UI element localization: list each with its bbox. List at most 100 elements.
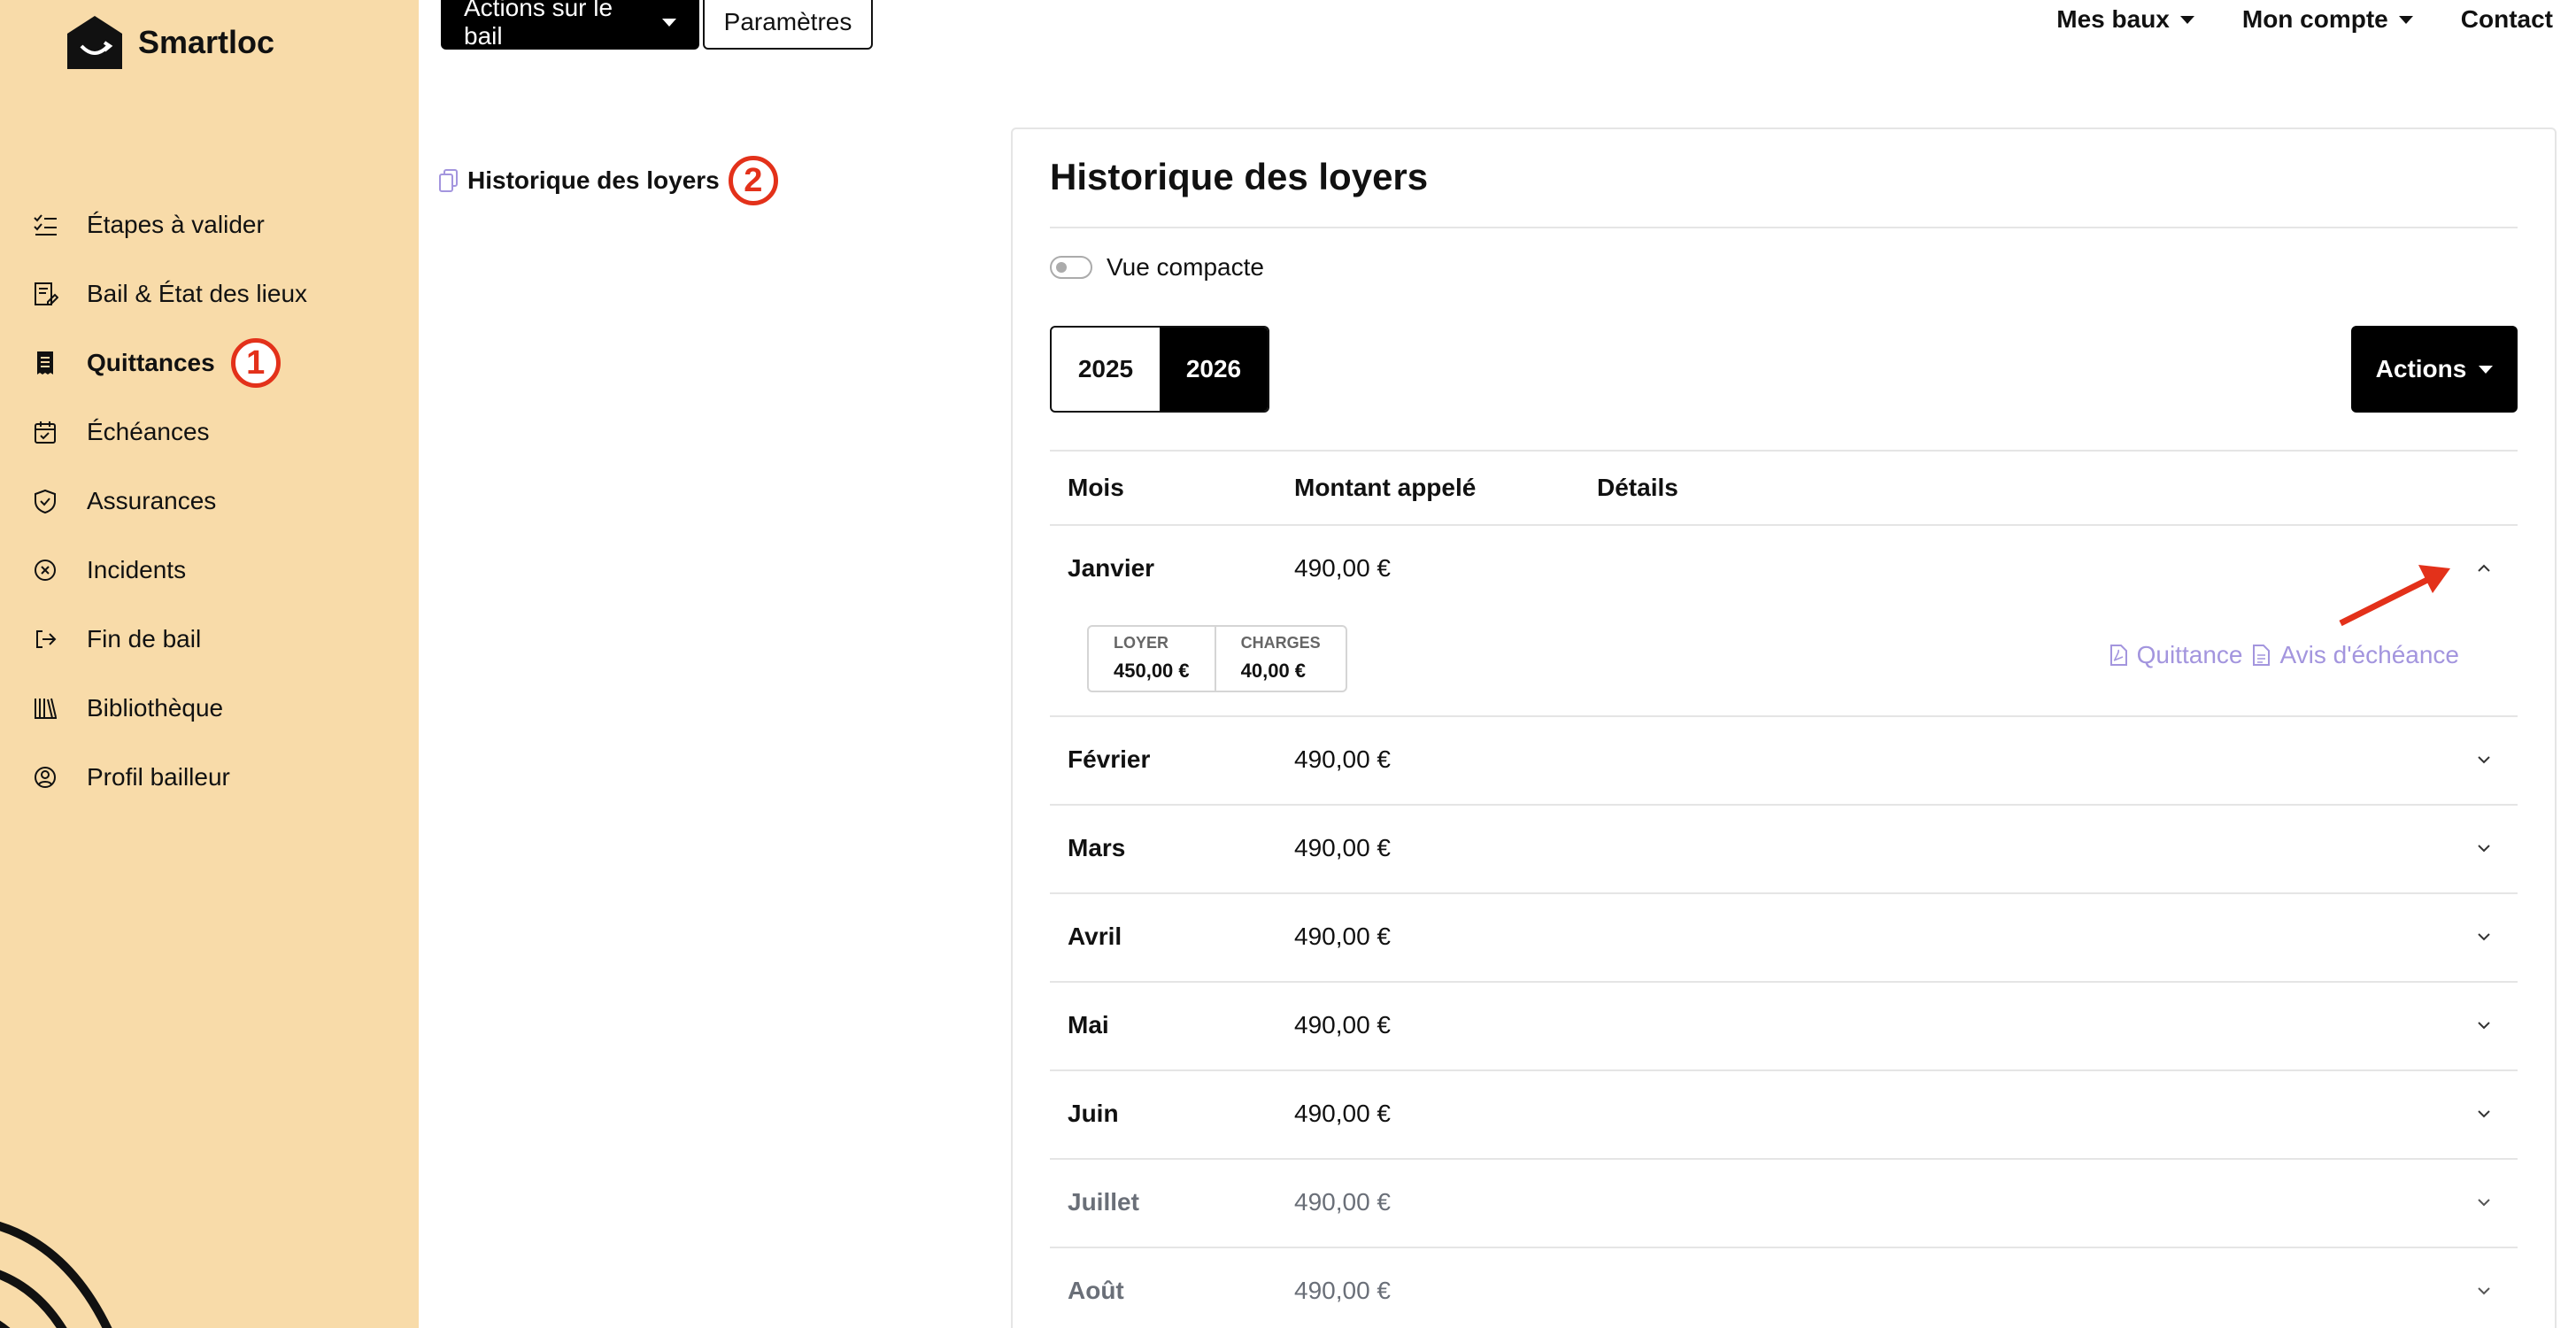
- compact-view-toggle[interactable]: Vue compacte: [1050, 253, 1264, 282]
- sidebar-item-etapes[interactable]: Étapes à valider: [30, 190, 402, 259]
- exit-icon: [30, 624, 60, 654]
- table-header: Mois Montant appelé Détails: [1050, 450, 2518, 526]
- caret-down-icon: [2398, 15, 2413, 24]
- shield-icon: [30, 486, 60, 516]
- close-circle-icon: [30, 555, 60, 585]
- file-text-icon: [2253, 645, 2271, 666]
- caret-down-icon: [662, 18, 676, 27]
- table-row-janvier[interactable]: Janvier 490,00 € LOYER 450,00 € CHARGES …: [1050, 526, 2518, 717]
- sidebar-item-label: Bail & État des lieux: [87, 280, 308, 307]
- sidebar-item-label: Assurances: [87, 487, 217, 514]
- table-row-aout[interactable]: Août 490,00 €: [1050, 1248, 2518, 1328]
- charges-label: CHARGES: [1240, 634, 1321, 652]
- loyer-label: LOYER: [1114, 634, 1169, 652]
- lease-actions-button[interactable]: Actions sur le bail: [441, 0, 699, 50]
- nav-contact[interactable]: Contact: [2461, 5, 2553, 34]
- sidebar-item-label: Étapes à valider: [87, 211, 265, 238]
- avis-label: Avis d'échéance: [2279, 641, 2459, 668]
- year-selector: 2025 2026: [1050, 326, 1269, 413]
- amount-cell: 490,00 €: [1294, 1011, 1391, 1038]
- nav-mes-baux-label: Mes baux: [2056, 5, 2170, 33]
- step-badge-1: 1: [230, 338, 281, 388]
- col-montant: Montant appelé: [1294, 474, 1477, 501]
- sidebar-item-profil[interactable]: Profil bailleur: [30, 743, 402, 812]
- document-links: Quittance Avis d'échéance: [2109, 641, 2459, 669]
- loyer-cell: LOYER 450,00 €: [1089, 627, 1215, 691]
- chevron-down-icon[interactable]: [2473, 749, 2495, 770]
- month-cell: Juillet: [1068, 1188, 1139, 1216]
- amount-breakdown: LOYER 450,00 € CHARGES 40,00 €: [1087, 625, 1347, 692]
- caret-down-icon: [2179, 15, 2194, 24]
- pdf-file-icon: [2109, 645, 2127, 666]
- month-cell: Mai: [1068, 1011, 1109, 1038]
- receipt-icon: [30, 348, 60, 378]
- card-title: Historique des loyers: [1050, 156, 1429, 197]
- checklist-icon: [30, 210, 60, 240]
- month-cell: Février: [1068, 745, 1151, 773]
- brand-logo[interactable]: Smartloc: [64, 12, 274, 73]
- month-cell: Mars: [1068, 834, 1126, 861]
- table-row-fevrier[interactable]: Février 490,00 €: [1050, 717, 2518, 806]
- sidebar-item-fin-de-bail[interactable]: Fin de bail: [30, 605, 402, 674]
- sidebar-item-label: Quittances: [87, 349, 215, 376]
- amount-cell: 490,00 €: [1294, 554, 1391, 582]
- sidebar-item-label: Profil bailleur: [87, 763, 230, 791]
- settings-label: Paramètres: [723, 8, 852, 35]
- annotation-arrow-icon: [2339, 565, 2450, 627]
- calendar-check-icon: [30, 417, 60, 447]
- table-row-avril[interactable]: Avril 490,00 €: [1050, 894, 2518, 983]
- quittance-link[interactable]: Quittance: [2109, 641, 2242, 669]
- sidebar: Smartloc Étapes à valider Bail & État de…: [0, 0, 419, 1328]
- nav-mes-baux[interactable]: Mes baux: [2056, 5, 2194, 34]
- sidebar-item-quittances[interactable]: Quittances 1: [30, 328, 402, 398]
- chevron-down-icon[interactable]: [2473, 1103, 2495, 1124]
- amount-cell: 490,00 €: [1294, 834, 1391, 861]
- chevron-down-icon[interactable]: [2473, 1192, 2495, 1213]
- amount-cell: 490,00 €: [1294, 745, 1391, 773]
- month-cell: Août: [1068, 1277, 1124, 1304]
- rent-table: Mois Montant appelé Détails Janvier 490,…: [1050, 450, 2518, 1328]
- top-navigation: Mes baux Mon compte Contact: [2056, 0, 2553, 39]
- history-link-label: Historique des loyers: [467, 166, 720, 194]
- col-mois: Mois: [1068, 474, 1124, 501]
- history-page-link[interactable]: Historique des loyers 2: [437, 156, 778, 205]
- col-details: Détails: [1597, 474, 1678, 501]
- month-cell: Avril: [1068, 923, 1122, 950]
- nav-mon-compte-label: Mon compte: [2241, 5, 2388, 33]
- charges-cell: CHARGES 40,00 €: [1214, 627, 1346, 691]
- step-badge-2: 2: [728, 156, 778, 205]
- library-icon: [30, 693, 60, 723]
- compact-view-label: Vue compacte: [1107, 253, 1264, 281]
- amount-cell: 490,00 €: [1294, 923, 1391, 950]
- avis-echeance-link[interactable]: Avis d'échéance: [2251, 641, 2459, 669]
- table-row-mars[interactable]: Mars 490,00 €: [1050, 806, 2518, 894]
- actions-dropdown-button[interactable]: Actions: [2351, 326, 2518, 413]
- rent-history-card: Historique des loyers Vue compacte 2025 …: [1011, 127, 2557, 1328]
- chevron-up-icon[interactable]: [2473, 558, 2495, 579]
- user-circle-icon: [30, 762, 60, 792]
- nav-mon-compte[interactable]: Mon compte: [2242, 5, 2413, 34]
- decorative-swirl: [0, 1222, 112, 1328]
- chevron-down-icon[interactable]: [2473, 1015, 2495, 1036]
- year-2026-button[interactable]: 2026: [1160, 328, 1268, 411]
- chevron-down-icon[interactable]: [2473, 1280, 2495, 1301]
- sidebar-item-incidents[interactable]: Incidents: [30, 536, 402, 605]
- toggle-switch[interactable]: [1050, 256, 1092, 279]
- settings-button[interactable]: Paramètres: [703, 0, 873, 50]
- sidebar-item-bibliotheque[interactable]: Bibliothèque: [30, 674, 402, 743]
- table-row-mai[interactable]: Mai 490,00 €: [1050, 983, 2518, 1071]
- lease-actions-label: Actions sur le bail: [464, 0, 613, 50]
- divider: [1050, 227, 2518, 228]
- table-row-juillet[interactable]: Juillet 490,00 €: [1050, 1160, 2518, 1248]
- chevron-down-icon[interactable]: [2473, 926, 2495, 947]
- edit-document-icon: [30, 279, 60, 309]
- house-logo-icon: [67, 16, 122, 69]
- loyer-value: 450,00 €: [1114, 660, 1190, 682]
- chevron-down-icon[interactable]: [2473, 838, 2495, 859]
- year-2025-button[interactable]: 2025: [1052, 328, 1160, 411]
- sidebar-item-bail[interactable]: Bail & État des lieux: [30, 259, 402, 328]
- table-row-juin[interactable]: Juin 490,00 €: [1050, 1071, 2518, 1160]
- caret-down-icon: [2479, 365, 2494, 374]
- sidebar-item-echeances[interactable]: Échéances: [30, 398, 402, 467]
- sidebar-item-assurances[interactable]: Assurances: [30, 467, 402, 536]
